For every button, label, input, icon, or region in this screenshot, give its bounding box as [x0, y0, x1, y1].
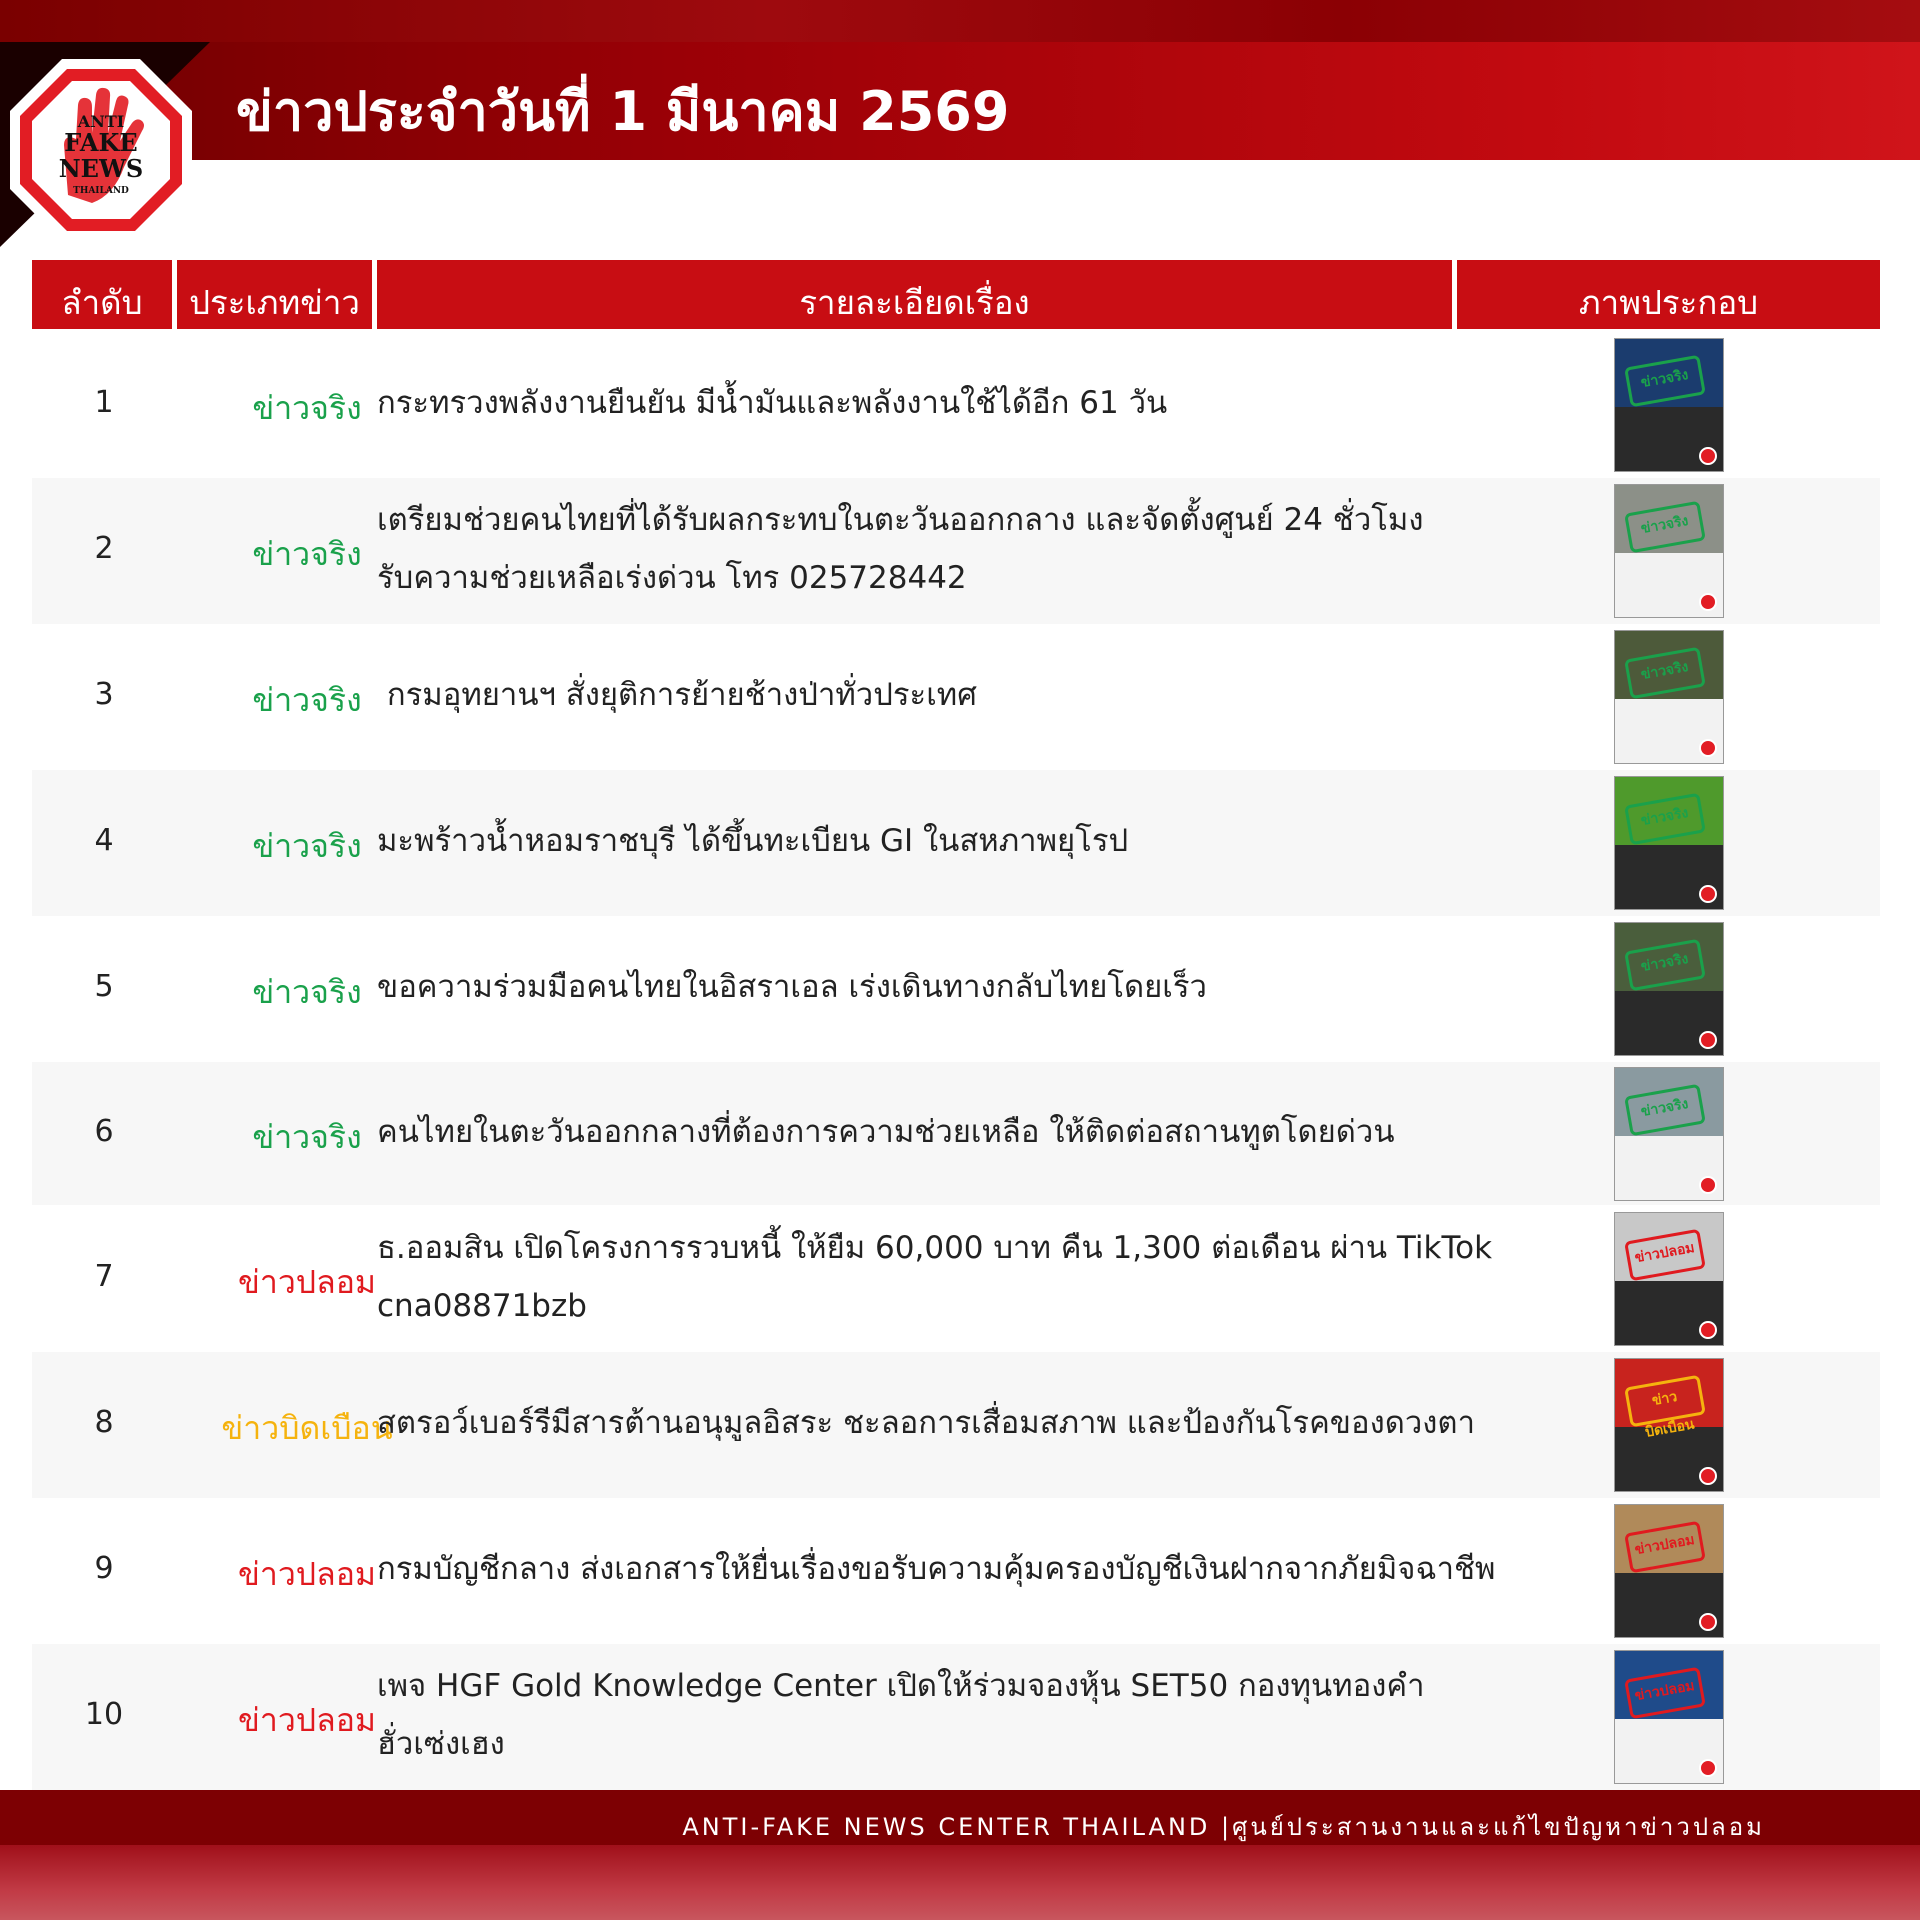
- table-row: 5 ข่าวจริงขอความร่วมมือคนไทยในอิสราเอล เร…: [32, 916, 1880, 1062]
- thumbnail-stamp: ข่าวจริง: [1624, 354, 1706, 408]
- news-thumbnail: ข่าวจริง: [1614, 1066, 1724, 1201]
- news-detail-line: กรมอุทยานฯ สั่งยุติการย้ายช้างป่าทั่วประ…: [377, 677, 977, 713]
- news-detail: กรมอุทยานฯ สั่งยุติการย้ายช้างป่าทั่วประ…: [377, 666, 1487, 724]
- news-detail-line: ธ.ออมสิน เปิดโครงการรวบหนี้ ให้ยืม 60,00…: [377, 1229, 1493, 1266]
- news-detail: กระทรวงพลังงานยืนยัน มีน้ำมันและพลังงานใ…: [377, 374, 1487, 432]
- column-header-detail: รายละเอียดเรื่อง: [377, 260, 1452, 329]
- news-detail-line: สตรอว์เบอร์รีมีสารต้านอนุมูลอิสระ ชะลอกา…: [377, 1405, 1475, 1441]
- news-detail: ขอความร่วมมือคนไทยในอิสราเอล เร่งเดินทาง…: [377, 958, 1487, 1016]
- news-thumbnail: ข่าวจริง: [1614, 922, 1724, 1056]
- column-header-type: ประเภทข่าว: [177, 260, 372, 329]
- row-number: 2: [94, 531, 114, 566]
- news-thumbnail: ข่าวปลอม: [1614, 1650, 1724, 1784]
- thumbnail-stamp: ข่าวจริง: [1624, 792, 1706, 846]
- stop-hand-icon: [1699, 1467, 1717, 1485]
- stop-hand-icon: [1699, 739, 1717, 757]
- anti-fake-news-logo: ANTI FAKE NEWS THAILAND: [10, 59, 192, 241]
- news-thumbnail: ข่าวจริง: [1614, 338, 1724, 472]
- news-detail: ธ.ออมสิน เปิดโครงการรวบหนี้ ให้ยืม 60,00…: [377, 1219, 1493, 1335]
- thumbnail-stamp: ข่าวปลอม: [1624, 1666, 1706, 1720]
- row-number: 8: [94, 1405, 114, 1440]
- news-detail-line: cna08871bzb: [377, 1287, 587, 1324]
- row-number: 9: [94, 1551, 114, 1586]
- stop-hand-icon: [1699, 1613, 1717, 1631]
- table-row: 6 ข่าวจริงคนไทยในตะวันออกกลางที่ต้องการคว…: [32, 1062, 1880, 1205]
- page-title: ข่าวประจำวันที่ 1 มีนาคม 2569: [236, 80, 1010, 143]
- row-number: 1: [94, 385, 114, 420]
- table-row: 7 ข่าวปลอม ธ.ออมสิน เปิดโครงการรวบหนี้ ให้…: [32, 1205, 1880, 1352]
- news-detail: มะพร้าวน้ำหอมราชบุรี ได้ขึ้นทะเบียน GI ใ…: [377, 812, 1487, 870]
- stop-hand-icon: [1699, 1031, 1717, 1049]
- table-row: 4 ข่าวจริงมะพร้าวน้ำหอมราชบุรี ได้ขึ้นทะเ…: [32, 770, 1880, 916]
- news-detail: กรมบัญชีกลาง ส่งเอกสารให้ยื่นเรื่องขอรับ…: [377, 1540, 1496, 1598]
- table-row: 1 ข่าวจริงกระทรวงพลังงานยืนยัน มีน้ำมันแล…: [32, 332, 1880, 478]
- row-number: 3: [94, 677, 114, 712]
- thumbnail-stamp: ข่าวจริง: [1624, 938, 1706, 992]
- thumbnail-stamp: ข่าวจริง: [1624, 500, 1706, 554]
- stop-hand-icon: [1699, 1320, 1717, 1339]
- news-thumbnail: ข่าวจริง: [1614, 630, 1724, 764]
- bottom-decor-bar: [0, 1845, 1920, 1920]
- news-thumbnail: ข่าวจริง: [1614, 484, 1724, 618]
- news-detail: คนไทยในตะวันออกกลางที่ต้องการความช่วยเหล…: [377, 1103, 1487, 1161]
- footer-text: ANTI-FAKE NEWS CENTER THAILAND |ศูนย์ประ…: [682, 1813, 1765, 1841]
- logo-fake-text: FAKE: [64, 128, 137, 157]
- row-number: 10: [84, 1697, 124, 1732]
- row-number: 7: [94, 1258, 114, 1294]
- table-row: 3 ข่าวจริง กรมอุทยานฯ สั่งยุติการย้ายช้าง…: [32, 624, 1880, 770]
- logo-thailand-text: THAILAND: [73, 186, 129, 196]
- news-detail-line: กรมบัญชีกลาง ส่งเอกสารให้ยื่นเรื่องขอรับ…: [377, 1551, 1496, 1587]
- thumbnail-stamp: ข่าวปลอม: [1624, 1228, 1706, 1281]
- stop-hand-icon: [1699, 1175, 1717, 1194]
- news-detail-line: เตรียมช่วยคนไทยที่ได้รับผลกระทบในตะวันออ…: [377, 502, 1424, 538]
- stop-hand-icon: [1699, 447, 1717, 465]
- news-thumbnail: ข่าวปลอม: [1614, 1211, 1724, 1346]
- news-detail-line: มะพร้าวน้ำหอมราชบุรี ได้ขึ้นทะเบียน GI ใ…: [377, 823, 1129, 859]
- column-header-number: ลำดับ: [32, 260, 172, 329]
- thumbnail-stamp: ข่าวบิดเบือน: [1624, 1374, 1706, 1441]
- table-row: 8 ข่าวบิดเบือน สตรอว์เบอร์รีมีสารต้านอนุมู…: [32, 1352, 1880, 1498]
- row-number: 4: [94, 823, 114, 858]
- stop-hand-icon: [1699, 885, 1717, 903]
- thumbnail-stamp: ข่าวปลอม: [1624, 1520, 1706, 1574]
- news-detail-line: เพจ HGF Gold Knowledge Center เปิดให้ร่ว…: [377, 1668, 1425, 1704]
- news-detail: เตรียมช่วยคนไทยที่ได้รับผลกระทบในตะวันออ…: [377, 491, 1487, 607]
- news-detail: สตรอว์เบอร์รีมีสารต้านอนุมูลอิสระ ชะลอกา…: [377, 1394, 1487, 1452]
- footer-band: ANTI-FAKE NEWS CENTER THAILAND |ศูนย์ประ…: [0, 1790, 1920, 1845]
- table-row: 2 ข่าวจริง เตรียมช่วยคนไทยที่ได้รับผลกระทบ…: [32, 478, 1880, 624]
- news-thumbnail: ข่าวปลอม: [1614, 1504, 1724, 1638]
- thumbnail-stamp: ข่าวจริง: [1624, 646, 1706, 700]
- stop-hand-icon: [1699, 593, 1717, 611]
- top-decor-bar: [0, 0, 1920, 42]
- news-detail-line: คนไทยในตะวันออกกลางที่ต้องการความช่วยเหล…: [377, 1113, 1395, 1150]
- stop-hand-icon: [1699, 1759, 1717, 1777]
- table-row: 9 ข่าวปลอมกรมบัญชีกลาง ส่งเอกสารให้ยื่นเร…: [32, 1498, 1880, 1644]
- news-detail-line: ฮั่วเซ่งเฮง: [377, 1726, 505, 1762]
- row-number: 6: [94, 1113, 114, 1149]
- row-number: 5: [94, 969, 114, 1004]
- news-detail: เพจ HGF Gold Knowledge Center เปิดให้ร่ว…: [377, 1657, 1487, 1773]
- news-detail-line: กระทรวงพลังงานยืนยัน มีน้ำมันและพลังงานใ…: [377, 385, 1168, 421]
- news-detail-line: ขอความร่วมมือคนไทยในอิสราเอล เร่งเดินทาง…: [377, 969, 1207, 1005]
- news-thumbnail: ข่าวบิดเบือน: [1614, 1358, 1724, 1492]
- news-thumbnail: ข่าวจริง: [1614, 776, 1724, 910]
- table-row: 10 ข่าวปลอม เพจ HGF Gold Knowledge Center …: [32, 1644, 1880, 1790]
- news-detail-line: รับความช่วยเหลือเร่งด่วน โทร 025728442: [377, 560, 967, 596]
- column-header-image: ภาพประกอบ: [1457, 260, 1880, 329]
- thumbnail-stamp: ข่าวจริง: [1624, 1083, 1706, 1136]
- logo-news-text: NEWS: [59, 154, 144, 183]
